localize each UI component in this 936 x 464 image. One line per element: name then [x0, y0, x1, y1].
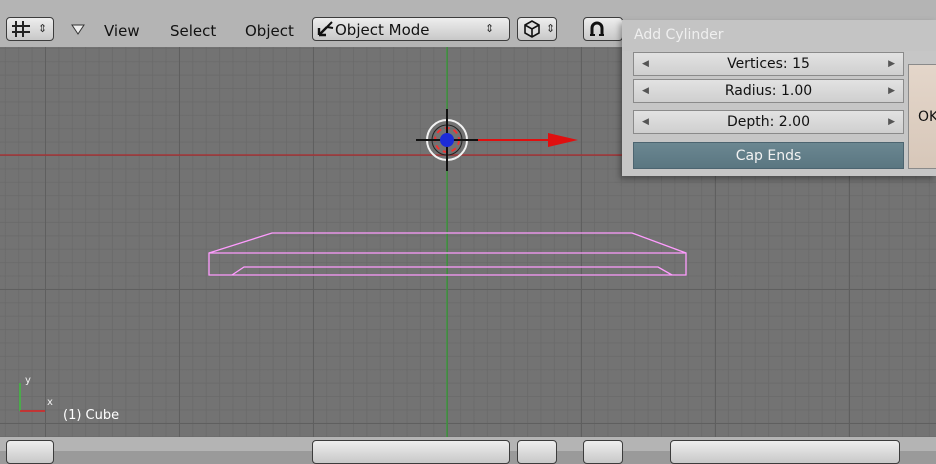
radius-field[interactable]: ◀ Radius: 1.00 ▶: [633, 79, 904, 103]
depth-label: Depth: 2.00: [727, 114, 810, 130]
cap-ends-toggle[interactable]: Cap Ends: [633, 142, 904, 169]
depth-field[interactable]: ◀ Depth: 2.00 ▶: [633, 110, 904, 134]
ok-button[interactable]: OK: [908, 64, 936, 169]
draw-type-button[interactable]: ⇕: [517, 17, 557, 41]
increment-arrow-icon[interactable]: ▶: [888, 59, 895, 69]
mode-select[interactable]: Object Mode ⇕: [312, 17, 510, 41]
cube-icon: [524, 20, 540, 38]
axis-gizmo: [19, 383, 45, 412]
radius-label: Radius: 1.00: [724, 83, 813, 99]
updown-arrows-icon: ⇕: [485, 22, 495, 35]
object-mode-icon: [317, 21, 334, 37]
popup-title-bar: Add Cylinder: [622, 20, 936, 51]
menu-object[interactable]: Object: [245, 22, 294, 40]
increment-arrow-icon[interactable]: ▶: [888, 86, 895, 96]
add-cylinder-popup: Add Cylinder ◀ Vertices: 15 ▶ ◀ Radius: …: [622, 20, 936, 176]
axis-y-label: y: [25, 375, 31, 386]
bottom-layer-buttons[interactable]: [670, 440, 900, 464]
bottom-editor-type-button[interactable]: [6, 440, 54, 464]
transform-manipulator[interactable]: [416, 109, 578, 171]
bottom-mode-select[interactable]: [312, 440, 510, 464]
vertices-label: Vertices: 15: [727, 56, 810, 72]
vertices-field[interactable]: ◀ Vertices: 15 ▶: [633, 52, 904, 76]
bottom-pivot-button[interactable]: [583, 440, 623, 464]
collapse-menu-triangle-icon[interactable]: [71, 24, 85, 36]
updown-arrows-icon: ⇕: [38, 22, 48, 35]
axis-x-label: x: [47, 397, 53, 408]
manipulator-x-arrow-icon[interactable]: [548, 133, 578, 147]
mode-label: Object Mode: [335, 21, 430, 39]
menu-select[interactable]: Select: [170, 22, 216, 40]
object-name-label: (1) Cube: [63, 408, 119, 423]
pivot-button[interactable]: [583, 17, 623, 41]
updown-arrows-icon: ⇕: [546, 22, 556, 35]
grid-icon: [12, 21, 30, 37]
object-origin-dot[interactable]: [440, 133, 454, 147]
increment-arrow-icon[interactable]: ▶: [888, 117, 895, 127]
magnet-icon: [590, 21, 604, 36]
editor-type-button[interactable]: ⇕: [6, 17, 54, 41]
menu-view[interactable]: View: [104, 22, 140, 40]
bottom-draw-type-button[interactable]: [517, 440, 557, 464]
ok-label: OK: [918, 109, 936, 125]
bottom-header-bar: [0, 437, 936, 464]
popup-title: Add Cylinder: [634, 27, 724, 43]
cap-ends-label: Cap Ends: [735, 148, 802, 164]
